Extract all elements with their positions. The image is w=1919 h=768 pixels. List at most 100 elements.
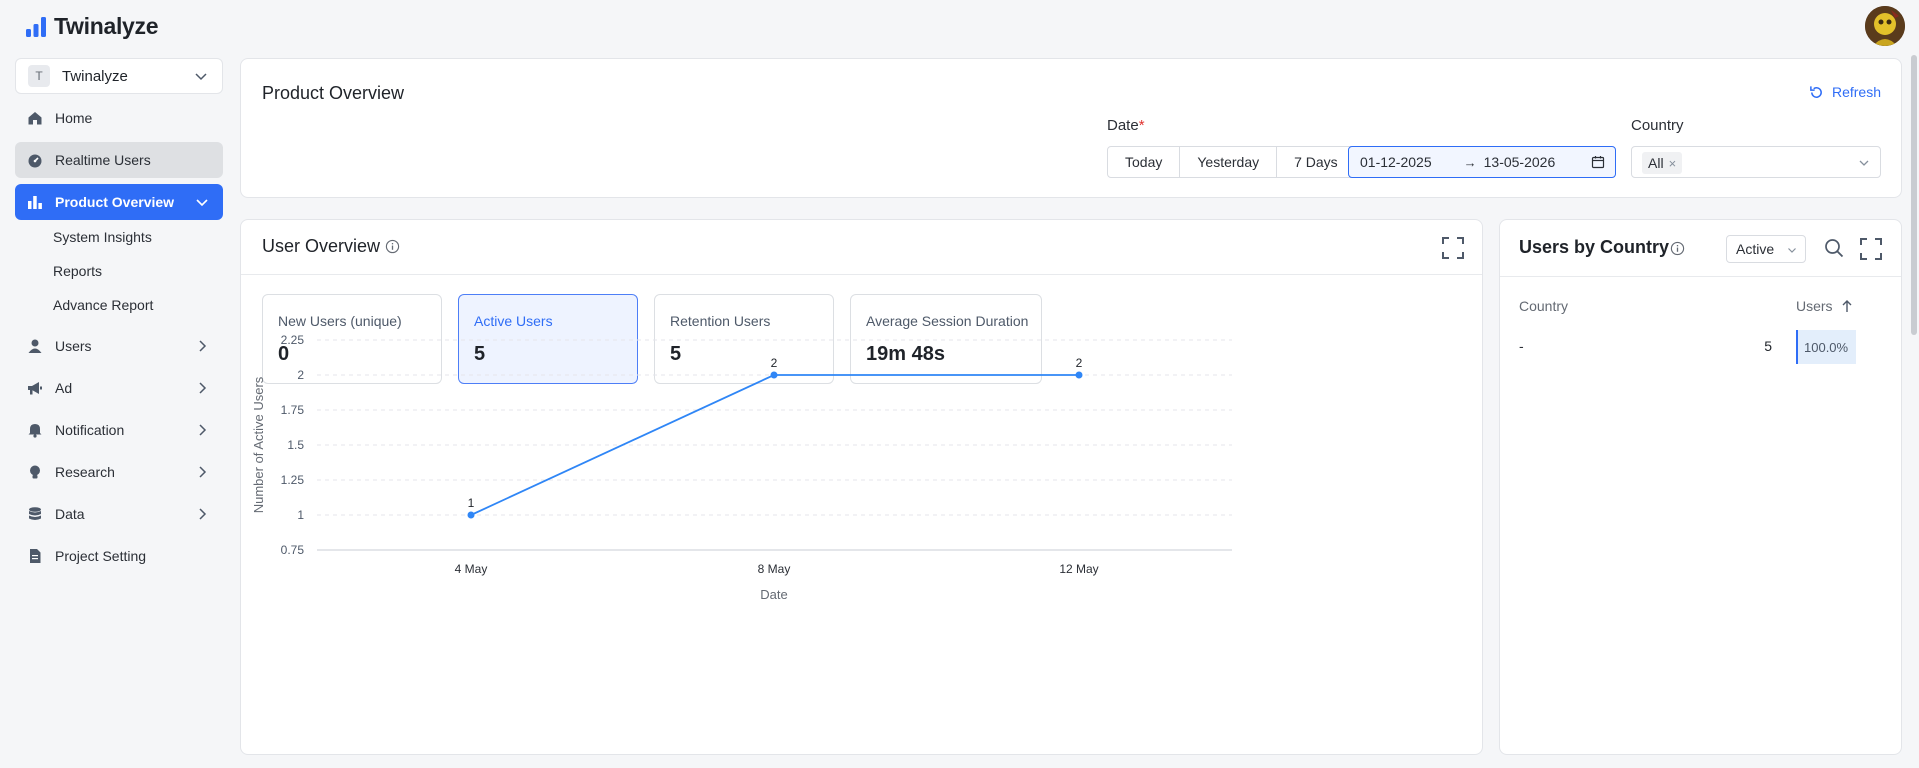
x-axis-title: Date xyxy=(760,587,787,602)
fullscreen-icon[interactable] xyxy=(1860,238,1882,260)
y-tick-label: 1 xyxy=(297,508,304,522)
sidebar-item-data[interactable]: Data xyxy=(15,496,223,532)
sidebar-item-label: Product Overview xyxy=(55,194,175,210)
database-icon xyxy=(27,506,43,522)
document-icon xyxy=(27,548,43,564)
sidebar-item-research[interactable]: Research xyxy=(15,454,223,490)
country-select[interactable]: All × xyxy=(1631,146,1881,178)
sidebar-item-realtime-users[interactable]: Realtime Users xyxy=(15,142,223,178)
active-users-line-chart: 0.75 1 1.25 1.5 1.75 2 2.25 4 May 8 May 12 May Dat… xyxy=(251,333,1232,602)
quick-range-group: Today Yesterday 7 Days xyxy=(1107,146,1356,178)
date-to-input[interactable]: 13-05-2026 xyxy=(1484,154,1556,170)
sidebar-item-label: Data xyxy=(55,506,85,522)
column-header-users-label: Users xyxy=(1796,298,1833,314)
column-header-users[interactable]: Users xyxy=(1796,298,1853,314)
chevron-down-icon xyxy=(1859,160,1869,166)
chevron-down-icon xyxy=(195,73,207,81)
sort-arrow-up-icon[interactable] xyxy=(1841,299,1853,313)
range-7days-button[interactable]: 7 Days xyxy=(1277,147,1355,177)
sidebar-item-ad[interactable]: Ad xyxy=(15,370,223,406)
user-overview-card: User Overview New Users (unique) 0 Activ… xyxy=(240,219,1483,755)
org-selector[interactable]: T Twinalyze xyxy=(15,58,223,94)
info-icon[interactable] xyxy=(1670,241,1685,256)
column-header-country[interactable]: Country xyxy=(1519,298,1568,314)
avatar[interactable] xyxy=(1865,6,1905,46)
bulb-icon xyxy=(27,464,43,480)
data-point xyxy=(467,511,475,519)
share-bar: 100.0% xyxy=(1796,330,1856,364)
range-today-button[interactable]: Today xyxy=(1108,147,1181,177)
info-icon[interactable] xyxy=(385,239,400,254)
date-from-input[interactable]: 01-12-2025 xyxy=(1360,154,1432,170)
logo-icon xyxy=(26,16,46,37)
sidebar-item-label: Ad xyxy=(55,380,73,396)
y-tick-label: 2.25 xyxy=(281,333,305,347)
sidebar-item-label: Users xyxy=(55,338,92,354)
data-point xyxy=(770,371,778,379)
sidebar-subitem-system-insights[interactable]: System Insights xyxy=(15,220,223,254)
x-tick-label: 4 May xyxy=(455,562,488,576)
avatar-image xyxy=(1865,6,1905,46)
metric-select-value: Active xyxy=(1736,241,1775,257)
page-title: Product Overview xyxy=(262,83,405,103)
app-name: Twinalyze xyxy=(54,13,159,39)
sidebar-item-label: Realtime Users xyxy=(55,152,151,168)
sidebar-item-users[interactable]: Users xyxy=(15,328,223,364)
chevron-down-icon xyxy=(1788,248,1796,253)
user-overview-title: User Overview xyxy=(262,236,381,256)
chevron-right-icon xyxy=(199,340,207,352)
sidebar-item-label: Home xyxy=(55,110,93,126)
data-point xyxy=(1075,371,1083,379)
bell-icon xyxy=(27,422,43,438)
sidebar-subitem-advance-report[interactable]: Advance Report xyxy=(15,288,223,322)
y-tick-label: 1.25 xyxy=(281,473,305,487)
sidebar-item-product-overview[interactable]: Product Overview xyxy=(15,184,223,220)
refresh-button[interactable]: Refresh xyxy=(1809,84,1881,100)
x-tick-label: 12 May xyxy=(1059,562,1098,576)
sidebar-item-project-setting[interactable]: Project Setting xyxy=(15,538,223,574)
y-axis-title: Number of Active Users xyxy=(251,376,266,513)
chevron-right-icon xyxy=(199,508,207,520)
data-label: 2 xyxy=(771,356,778,370)
org-badge: T xyxy=(28,65,50,87)
y-tick-label: 2 xyxy=(297,368,304,382)
home-icon xyxy=(27,110,43,126)
fullscreen-icon[interactable] xyxy=(1442,237,1464,259)
data-label: 1 xyxy=(468,496,475,510)
chevron-right-icon xyxy=(199,466,207,478)
country-tag: All × xyxy=(1642,152,1683,174)
range-arrow-icon: → xyxy=(1463,154,1477,170)
required-mark: * xyxy=(1138,117,1145,134)
chevron-right-icon xyxy=(199,382,207,394)
sidebar-item-label: Project Setting xyxy=(55,548,147,564)
y-tick-label: 1.5 xyxy=(287,438,304,452)
app-logo[interactable]: Twinalyze xyxy=(24,13,159,40)
sidebar-item-notification[interactable]: Notification xyxy=(15,412,223,448)
user-overview-header: User Overview xyxy=(241,220,1482,275)
users-by-country-title: Users by Country xyxy=(1519,237,1670,257)
org-name: Twinalyze xyxy=(62,67,128,85)
search-icon[interactable] xyxy=(1824,238,1844,258)
user-icon xyxy=(27,338,43,354)
sidebar-item-label: Notification xyxy=(55,422,125,438)
y-tick-label: 1.75 xyxy=(281,403,305,417)
date-range-picker[interactable]: 01-12-2025 → 13-05-2026 xyxy=(1348,146,1616,178)
sidebar-item-home[interactable]: Home xyxy=(15,100,223,136)
metric-select[interactable]: Active xyxy=(1726,235,1806,263)
range-yesterday-button[interactable]: Yesterday xyxy=(1180,147,1278,177)
data-label: 2 xyxy=(1076,356,1083,370)
top-bar: Twinalyze xyxy=(0,0,1919,52)
users-by-country-card: Users by Country Active Country Users - … xyxy=(1499,219,1902,755)
calendar-icon xyxy=(1591,156,1605,169)
country-tag-label: All xyxy=(1648,155,1664,171)
megaphone-icon xyxy=(27,380,43,396)
users-by-country-header: Users by Country Active xyxy=(1500,220,1901,277)
sidebar-subitem-reports[interactable]: Reports xyxy=(15,254,223,288)
tag-close-icon[interactable]: × xyxy=(1669,156,1677,171)
date-label: Date* xyxy=(1107,117,1145,134)
filters-card: Product Overview Refresh Date* Today Yes… xyxy=(240,58,1902,198)
country-cell: - xyxy=(1519,338,1524,354)
refresh-icon xyxy=(1810,85,1822,98)
gauge-icon xyxy=(27,152,43,168)
page-scrollbar[interactable] xyxy=(1911,55,1917,335)
